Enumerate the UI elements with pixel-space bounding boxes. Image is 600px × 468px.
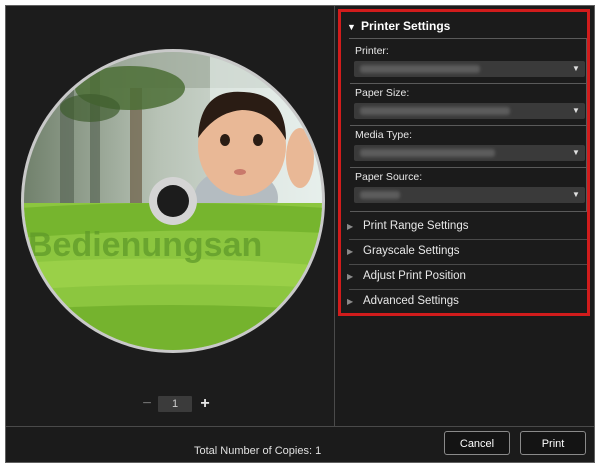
print-range-settings-header[interactable]: ▶ Print Range Settings [347,218,583,234]
paper-size-label: Paper Size: [355,87,410,99]
print-button[interactable]: Print [520,431,586,455]
field-divider [350,167,586,168]
footer-divider [6,426,594,427]
section-title: Adjust Print Position [363,270,466,282]
dropdown-arrow-icon: ▼ [572,106,580,115]
cd-label-preview: Bedienungsan [21,49,325,353]
decrease-copies-button[interactable]: − [140,395,154,413]
cancel-button[interactable]: Cancel [444,431,510,455]
field-divider [350,125,586,126]
advanced-settings-header[interactable]: ▶ Advanced Settings [347,293,583,309]
media-type-label: Media Type: [355,129,413,141]
disc-hole [157,185,189,217]
paper-source-select[interactable]: ▼ [354,187,585,203]
adjust-print-position-header[interactable]: ▶ Adjust Print Position [347,268,583,284]
field-divider [350,211,586,212]
paper-size-value [360,107,510,115]
total-copies-label: Total Number of Copies: [194,445,312,457]
section-title: Print Range Settings [363,220,469,232]
media-type-value [360,149,495,157]
total-copies-text: Total Number of Copies: 1 [194,444,321,458]
dropdown-arrow-icon: ▼ [572,64,580,73]
collapsed-triangle-icon: ▶ [347,247,354,256]
total-copies-value: 1 [315,445,322,457]
expanded-triangle-icon: ▼ [347,22,356,32]
printer-select[interactable]: ▼ [354,61,585,77]
disc-watermark-text: Bedienungsan [28,226,262,264]
dropdown-arrow-icon: ▼ [572,148,580,157]
printer-settings-title: Printer Settings [361,19,451,33]
paper-size-select[interactable]: ▼ [354,103,585,119]
printer-settings-panel: ▼ Printer Settings Printer: ▼ Paper Size:… [338,9,590,316]
collapsed-triangle-icon: ▶ [347,297,354,306]
printer-label: Printer: [355,45,389,57]
print-settings-window: Bedienungsan − 1 + ▼ Printer Settings Pri… [5,5,595,463]
section-title: Advanced Settings [363,295,459,307]
collapsed-triangle-icon: ▶ [347,222,354,231]
dropdown-arrow-icon: ▼ [572,190,580,199]
collapsed-triangle-icon: ▶ [347,272,354,281]
section-title: Grayscale Settings [363,245,460,257]
section-divider [349,239,587,240]
copies-control: − 1 + [140,395,220,415]
copies-count-field[interactable]: 1 [158,396,192,412]
preview-pane: Bedienungsan − 1 + [6,6,334,426]
section-divider [349,264,587,265]
increase-copies-button[interactable]: + [198,395,212,413]
grayscale-settings-header[interactable]: ▶ Grayscale Settings [347,243,583,259]
printer-value [360,65,480,73]
paper-source-value [360,191,400,199]
media-type-select[interactable]: ▼ [354,145,585,161]
pane-divider [334,6,335,426]
section-divider [349,289,587,290]
section-divider [349,38,587,39]
paper-source-label: Paper Source: [355,171,423,183]
field-divider [350,83,586,84]
settings-box-border [586,39,587,212]
printer-settings-header[interactable]: ▼ Printer Settings [347,18,583,34]
